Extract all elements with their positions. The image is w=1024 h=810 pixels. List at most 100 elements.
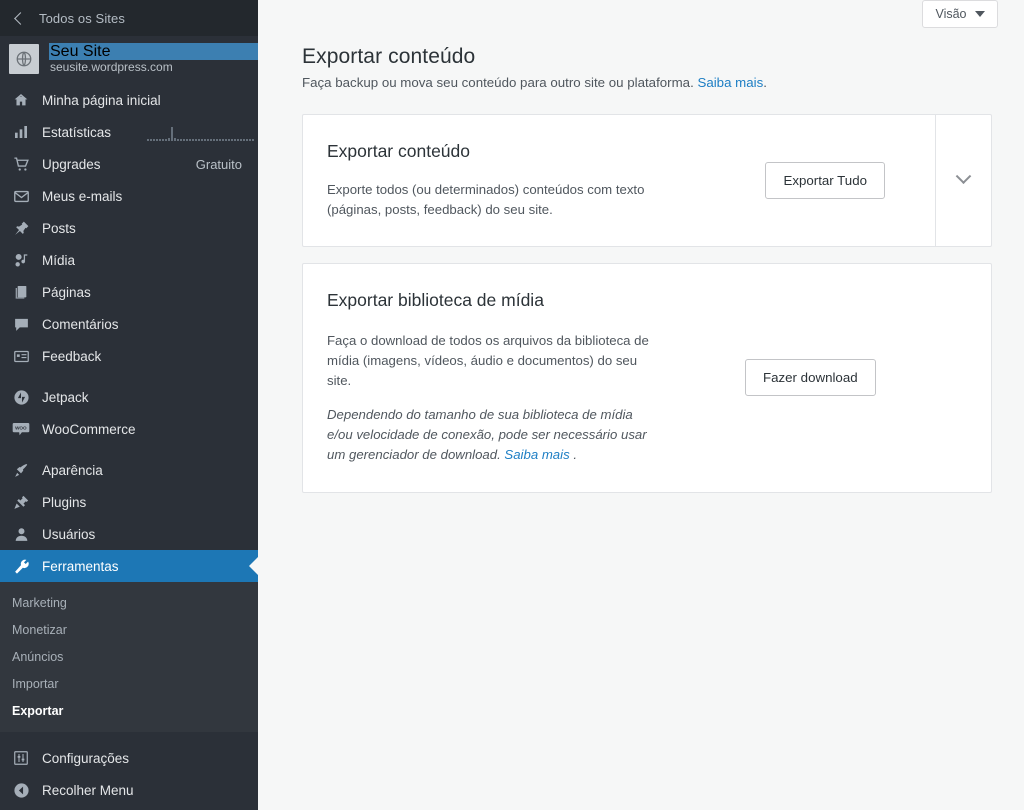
wrench-icon <box>11 556 31 576</box>
bar-chart-icon <box>11 122 31 142</box>
mail-icon <box>11 186 31 206</box>
sparkline-bar <box>234 139 236 141</box>
sidebar-item-label: Ferramentas <box>42 559 258 574</box>
sparkline-bar <box>186 139 188 141</box>
download-media-button[interactable]: Fazer download <box>745 359 876 396</box>
pages-icon <box>11 282 31 302</box>
submenu-item-anuncios[interactable]: Anúncios <box>0 643 258 670</box>
sidebar-item-midia[interactable]: Mídia <box>0 244 258 276</box>
sparkline-bar <box>207 139 209 141</box>
sparkline-bar <box>225 139 227 141</box>
page-subtitle-link[interactable]: Saiba mais <box>697 75 763 90</box>
sidebar-item-meus-e-mails[interactable]: Meus e-mails <box>0 180 258 212</box>
sidebar-item-label: Minha página inicial <box>42 93 258 108</box>
card-note-link[interactable]: Saiba mais <box>504 447 569 462</box>
pin-icon <box>11 218 31 238</box>
card-note: Dependendo do tamanho de sua biblioteca … <box>327 405 657 465</box>
sidebar-item-woocommerce[interactable]: WOO WooCommerce <box>0 413 258 445</box>
card-note-suffix: . <box>570 447 577 462</box>
sidebar-item-estatisticas[interactable]: Estatísticas <box>0 116 258 148</box>
app-root: Todos os Sites Seu Site seusite.wordpres… <box>0 0 1024 810</box>
sidebar: Todos os Sites Seu Site seusite.wordpres… <box>0 0 258 810</box>
page-header: Exportar conteúdo Faça backup ou mova se… <box>258 34 1024 90</box>
jetpack-icon <box>11 387 31 407</box>
card-title: Exportar biblioteca de mídia <box>327 290 745 311</box>
submenu-item-marketing[interactable]: Marketing <box>0 589 258 616</box>
sparkline-bar <box>183 139 185 141</box>
tools-submenu: Marketing Monetizar Anúncios Importar Ex… <box>0 582 258 732</box>
card-description: Faça o download de todos os arquivos da … <box>327 331 657 391</box>
sparkline-bar <box>198 139 200 141</box>
sparkline-bar <box>243 139 245 141</box>
sidebar-item-posts[interactable]: Posts <box>0 212 258 244</box>
page-subtitle: Faça backup ou mova seu conteúdo para ou… <box>302 75 1024 90</box>
page-subtitle-text: Faça backup ou mova seu conteúdo para ou… <box>302 75 697 90</box>
sidebar-item-label: Comentários <box>42 317 258 332</box>
sidebar-item-label: Páginas <box>42 285 258 300</box>
export-media-card: Exportar biblioteca de mídia Faça o down… <box>302 263 992 492</box>
svg-text:WOO: WOO <box>15 425 27 430</box>
sparkline-bar <box>177 139 179 141</box>
cart-icon <box>11 154 31 174</box>
cards-container: Exportar conteúdo Exporte todos (ou dete… <box>258 90 1024 493</box>
site-switcher[interactable]: Seu Site seusite.wordpress.com <box>0 36 258 82</box>
plug-icon <box>11 492 31 512</box>
sparkline-bar <box>180 139 182 141</box>
view-dropdown-button[interactable]: Visão <box>922 0 998 28</box>
sidebar-item-label: Mídia <box>42 253 258 268</box>
sidebar-item-label: Upgrades <box>42 157 196 172</box>
sidebar-bottom-menu: Configurações Recolher Menu <box>0 742 258 806</box>
sparkline-bar <box>228 139 230 141</box>
sidebar-item-minha-pagina-inicial[interactable]: Minha página inicial <box>0 84 258 116</box>
sidebar-item-aparencia[interactable]: Aparência <box>0 454 258 486</box>
sparkline-bar <box>237 139 239 141</box>
sidebar-item-recolher-menu[interactable]: Recolher Menu <box>0 774 258 806</box>
sidebar-item-comentarios[interactable]: Comentários <box>0 308 258 340</box>
site-name: Seu Site <box>49 43 258 60</box>
sidebar-item-usuarios[interactable]: Usuários <box>0 518 258 550</box>
sparkline-bar <box>147 139 149 141</box>
sidebar-item-ferramentas[interactable]: Ferramentas <box>0 550 258 582</box>
sparkline-bar <box>192 139 194 141</box>
sidebar-item-label: Plugins <box>42 495 258 510</box>
submenu-item-label: Monetizar <box>12 623 67 637</box>
submenu-item-label: Importar <box>12 677 59 691</box>
sparkline-bar <box>210 139 212 141</box>
sparkline-bar <box>156 139 158 141</box>
page-subtitle-suffix: . <box>763 75 767 90</box>
chevron-down-icon <box>956 169 972 185</box>
collapse-left-icon <box>11 780 31 800</box>
sidebar-item-paginas[interactable]: Páginas <box>0 276 258 308</box>
export-all-button[interactable]: Exportar Tudo <box>765 162 885 199</box>
submenu-item-importar[interactable]: Importar <box>0 670 258 697</box>
export-content-expander[interactable] <box>935 115 991 246</box>
sidebar-item-label: Aparência <box>42 463 258 478</box>
feedback-icon <box>11 346 31 366</box>
sidebar-item-upgrades[interactable]: Upgrades Gratuito <box>0 148 258 180</box>
sidebar-item-label: Usuários <box>42 527 258 542</box>
sidebar-item-label: Posts <box>42 221 258 236</box>
globe-icon <box>9 44 39 74</box>
sparkline-bar <box>222 139 224 141</box>
submenu-item-exportar[interactable]: Exportar <box>0 697 258 724</box>
sparkline-bar <box>162 139 164 141</box>
sidebar-item-feedback[interactable]: Feedback <box>0 340 258 372</box>
sliders-icon <box>11 748 31 768</box>
upgrades-plan-badge: Gratuito <box>196 157 258 172</box>
view-dropdown-label: Visão <box>935 7 966 21</box>
sidebar-item-label: WooCommerce <box>42 422 258 437</box>
card-description: Exporte todos (ou determinados) conteúdo… <box>327 180 657 220</box>
sidebar-item-jetpack[interactable]: Jetpack <box>0 381 258 413</box>
chevron-left-icon <box>14 12 27 25</box>
card-title: Exportar conteúdo <box>327 141 765 162</box>
site-url: seusite.wordpress.com <box>49 61 258 75</box>
all-sites-link[interactable]: Todos os Sites <box>0 0 258 36</box>
sidebar-item-label: Estatísticas <box>42 125 137 140</box>
sidebar-item-plugins[interactable]: Plugins <box>0 486 258 518</box>
export-content-card: Exportar conteúdo Exporte todos (ou dete… <box>302 114 992 247</box>
woocommerce-icon: WOO <box>11 419 31 439</box>
sparkline-bar <box>174 138 176 141</box>
submenu-item-monetizar[interactable]: Monetizar <box>0 616 258 643</box>
sparkline-bar <box>165 139 167 141</box>
sidebar-item-configuracoes[interactable]: Configurações <box>0 742 258 774</box>
